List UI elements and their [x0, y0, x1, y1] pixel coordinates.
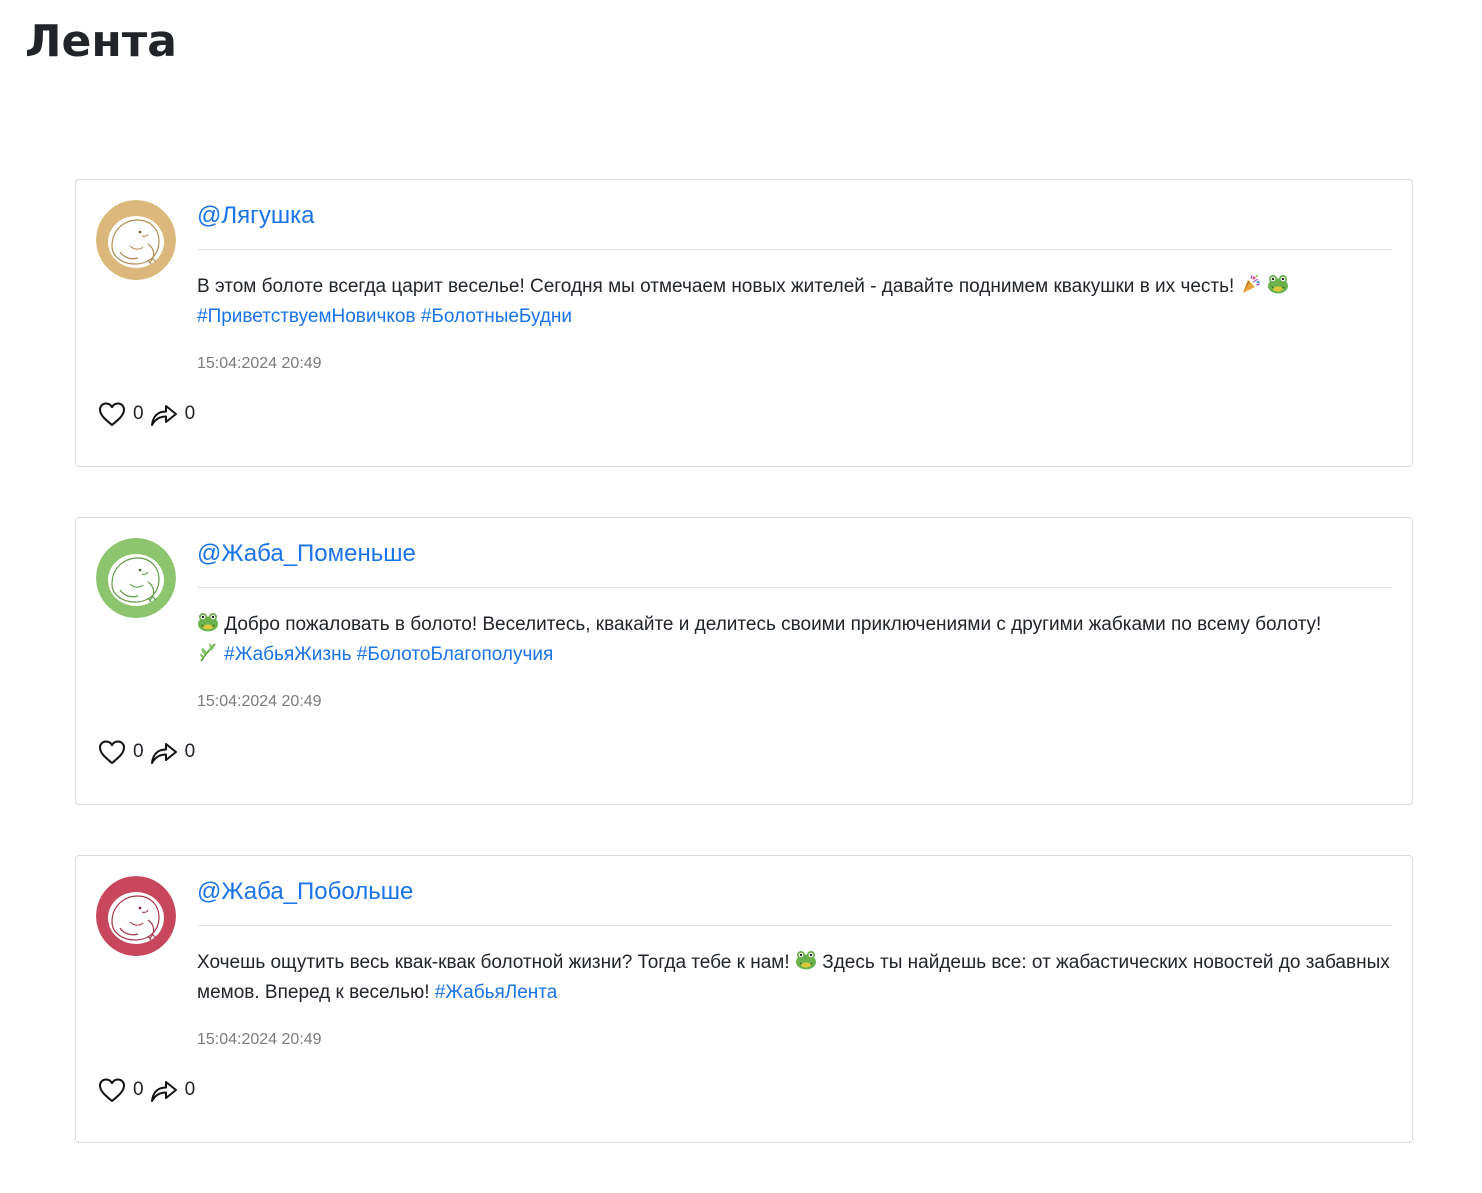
share-arrow-icon[interactable] — [148, 398, 180, 430]
post-text: Добро пожаловать в болото! Веселитесь, к… — [197, 610, 1392, 670]
like-button[interactable]: 0 — [96, 736, 148, 768]
post-body: @Жаба_Поменьше Добро пожаловать в болото… — [197, 536, 1392, 712]
post-card: @Жаба_Поменьше Добро пожаловать в болото… — [75, 517, 1413, 805]
post-card: @Лягушка В этом болоте всегда царит весе… — [75, 179, 1413, 467]
frog-face-emoji-icon — [795, 949, 817, 971]
post-text-content: Добро пожаловать в болото! Веселитесь, к… — [224, 614, 1322, 635]
avatar[interactable] — [96, 538, 176, 618]
post-text: В этом болоте всегда царит веселье! Сего… — [197, 272, 1392, 332]
share-button[interactable]: 0 — [148, 1074, 200, 1106]
share-count: 0 — [184, 1079, 196, 1100]
party-popper-emoji-icon — [1240, 273, 1262, 295]
divider — [197, 925, 1392, 926]
share-arrow-icon[interactable] — [148, 736, 180, 768]
author-link[interactable]: @Лягушка — [197, 198, 315, 234]
frog-face-emoji-icon — [1267, 273, 1289, 295]
share-button[interactable]: 0 — [148, 398, 200, 430]
like-count: 0 — [133, 1079, 144, 1100]
frog-sketch-avatar — [96, 200, 176, 280]
author-link[interactable]: @Жаба_Побольше — [197, 874, 413, 910]
like-count: 0 — [133, 403, 144, 424]
heart-outline-icon[interactable] — [96, 1074, 128, 1106]
share-count: 0 — [184, 403, 196, 424]
post-timestamp: 15:04:2024 20:49 — [197, 355, 322, 372]
avatar[interactable] — [96, 200, 176, 280]
post-text-content: В этом болоте всегда царит веселье! Сего… — [197, 276, 1235, 297]
post-text: Хочешь ощутить весь квак-квак болотной ж… — [197, 948, 1392, 1008]
divider — [197, 587, 1392, 588]
post-timestamp: 15:04:2024 20:49 — [197, 1031, 322, 1048]
feed: @Лягушка В этом болоте всегда царит весе… — [75, 179, 1413, 1193]
post-body: @Лягушка В этом болоте всегда царит весе… — [197, 198, 1392, 374]
heart-outline-icon[interactable] — [96, 736, 128, 768]
frog-sketch-avatar — [96, 538, 176, 618]
page-title: Лента — [25, 16, 177, 67]
share-arrow-icon[interactable] — [148, 1074, 180, 1106]
post-text-content: Хочешь ощутить весь квак-квак болотной ж… — [197, 952, 790, 973]
avatar[interactable] — [96, 876, 176, 956]
post-actions: 0 0 — [96, 398, 199, 430]
hashtags-link[interactable]: #ЖабьяЛента — [435, 982, 558, 1003]
like-button[interactable]: 0 — [96, 398, 148, 430]
post-actions: 0 0 — [96, 736, 199, 768]
post-actions: 0 0 — [96, 1074, 199, 1106]
frog-face-emoji-icon — [197, 611, 219, 633]
divider — [197, 249, 1392, 250]
author-link[interactable]: @Жаба_Поменьше — [197, 536, 416, 572]
post-card: @Жаба_Побольше Хочешь ощутить весь квак-… — [75, 855, 1413, 1143]
like-count: 0 — [133, 741, 144, 762]
herb-emoji-icon — [197, 641, 219, 663]
like-button[interactable]: 0 — [96, 1074, 148, 1106]
hashtags-link[interactable]: #ПриветствуемНовичков #БолотныеБудни — [197, 306, 572, 327]
share-button[interactable]: 0 — [148, 736, 200, 768]
heart-outline-icon[interactable] — [96, 398, 128, 430]
hashtags-link[interactable]: #ЖабьяЖизнь #БолотоБлагополучия — [224, 644, 553, 665]
share-count: 0 — [184, 741, 196, 762]
frog-sketch-avatar — [96, 876, 176, 956]
post-timestamp: 15:04:2024 20:49 — [197, 693, 322, 710]
post-body: @Жаба_Побольше Хочешь ощутить весь квак-… — [197, 874, 1392, 1050]
